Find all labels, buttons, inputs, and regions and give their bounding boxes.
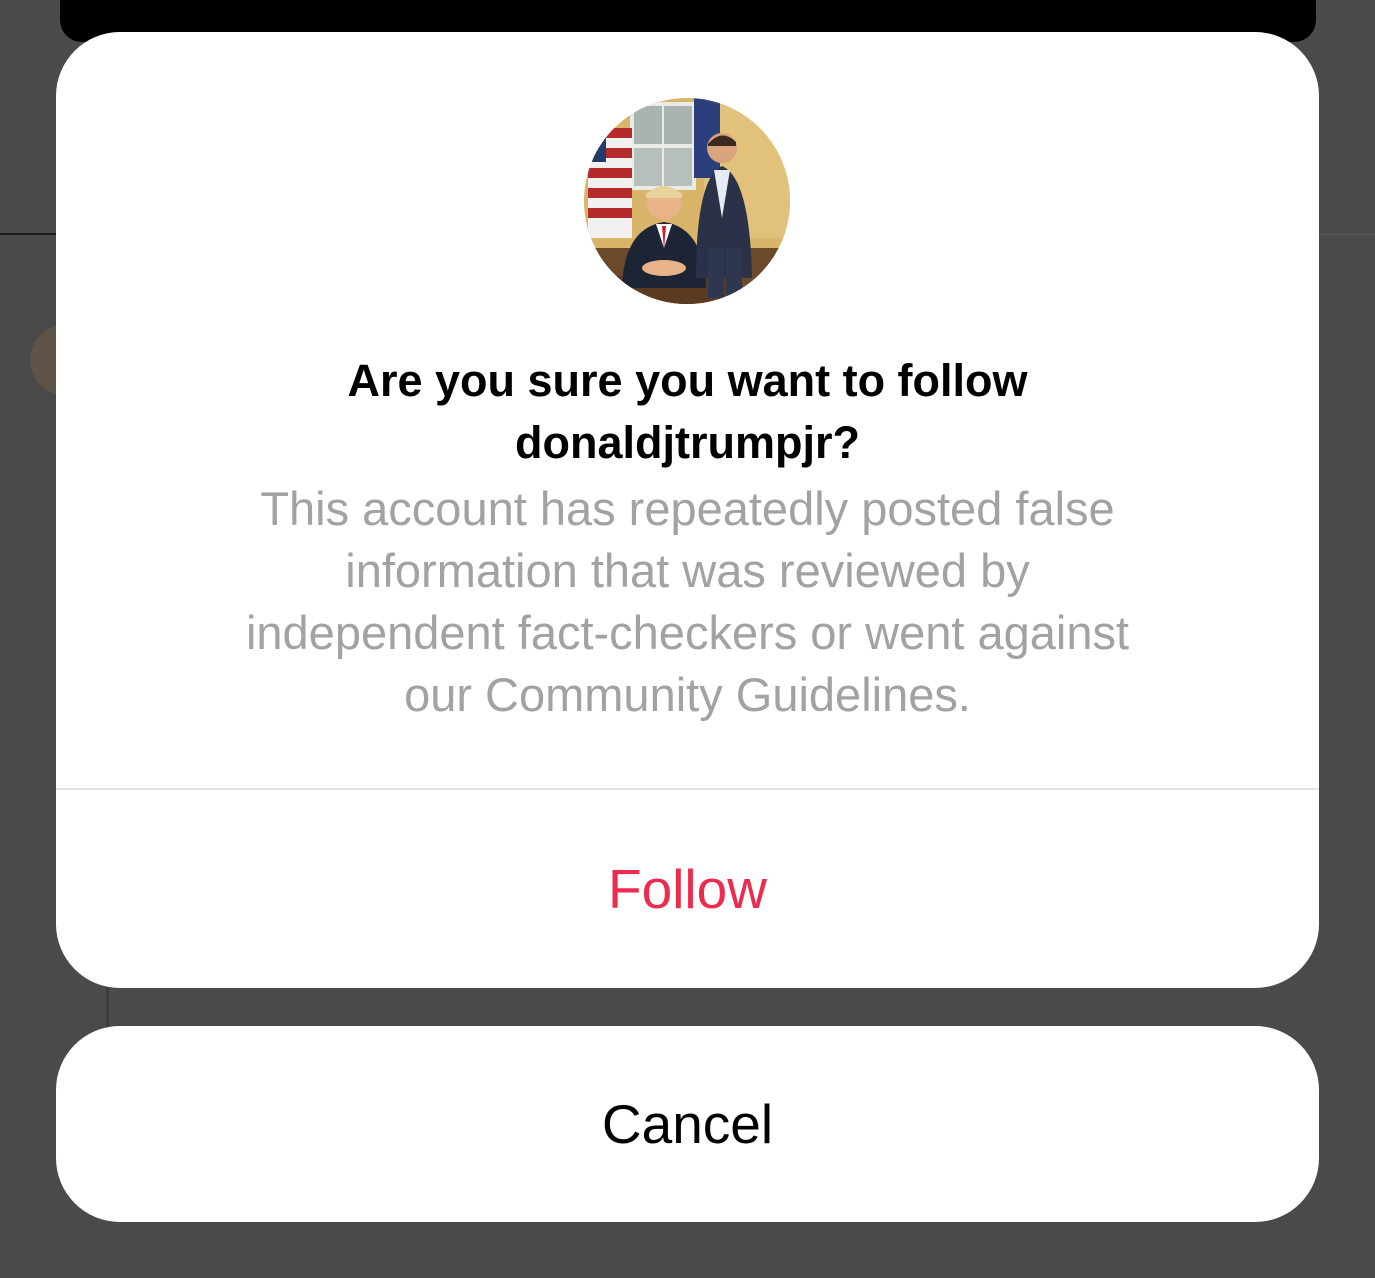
profile-photo-icon <box>584 98 790 304</box>
background-divider <box>0 233 60 235</box>
background-divider <box>1316 234 1375 235</box>
dialog-message-line: This account has repeatedly posted false <box>260 482 1115 535</box>
dialog-title-username: donaldjtrumpjr? <box>515 417 860 468</box>
cancel-button[interactable]: Cancel <box>56 1026 1319 1222</box>
dialog-message: This account has repeatedly posted false… <box>156 478 1219 726</box>
dialog-title: Are you sure you want to follow donaldjt… <box>56 350 1319 474</box>
dialog-message-line: independent fact-checkers or went agains… <box>245 606 1130 659</box>
background-tab-bar <box>0 1226 1375 1278</box>
follow-confirmation-sheet: Are you sure you want to follow donaldjt… <box>56 32 1319 988</box>
dialog-title-line: Are you sure you want to follow <box>347 355 1028 406</box>
dialog-message-line: our Community Guidelines. <box>404 668 971 721</box>
background-divider <box>106 985 109 1030</box>
profile-avatar <box>584 98 790 304</box>
follow-button[interactable]: Follow <box>56 790 1319 988</box>
dialog-message-line: information that was reviewed by <box>345 544 1030 597</box>
